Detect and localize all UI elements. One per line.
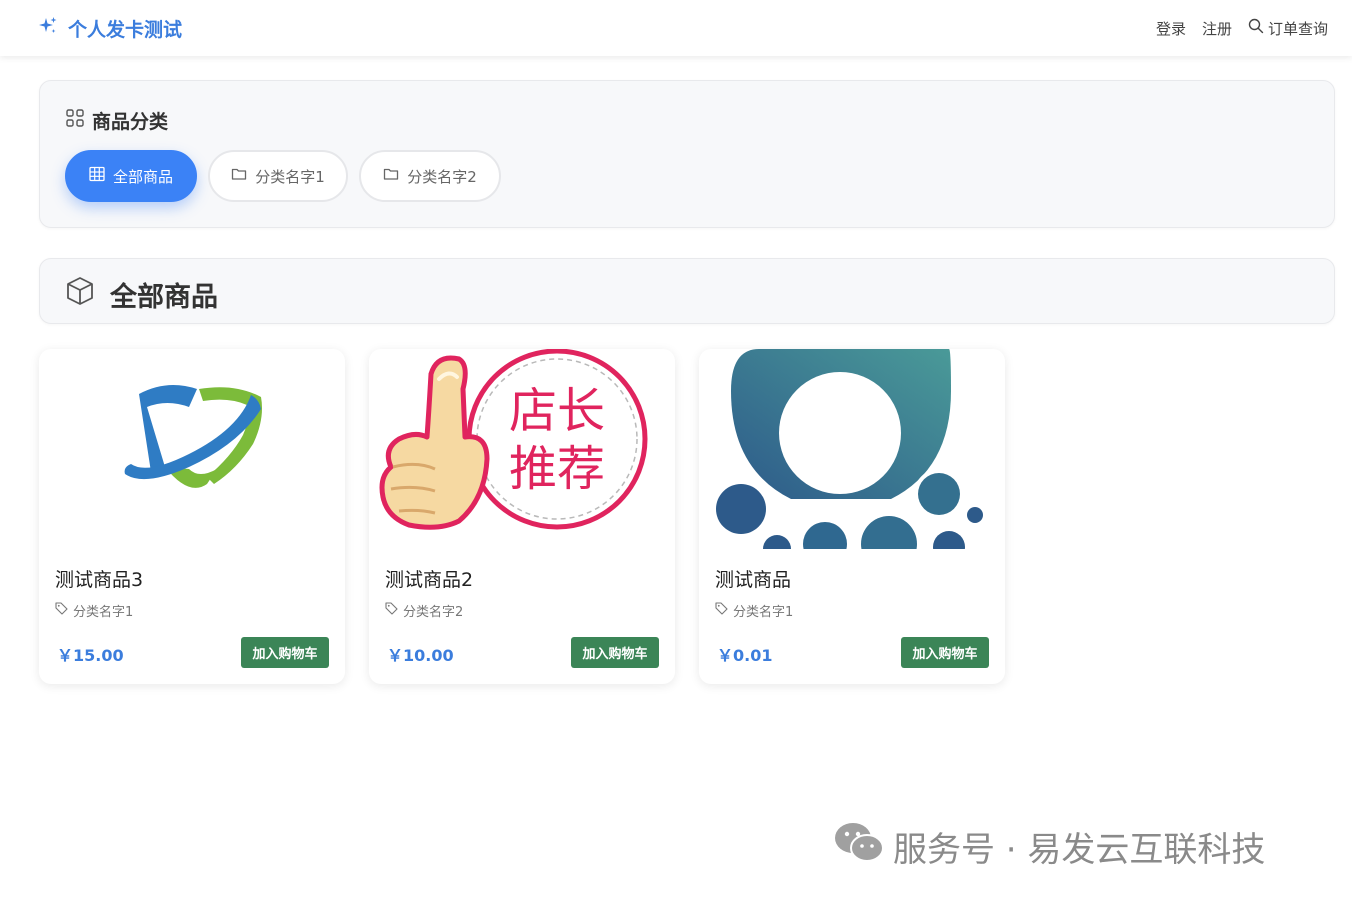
product-category: 分类名字1 bbox=[55, 601, 133, 620]
category-pills: 全部商品 分类名字1 分类名字2 bbox=[65, 150, 501, 202]
section-title: 全部商品 bbox=[64, 275, 218, 314]
badge-text-line-2: 推荐 bbox=[509, 443, 605, 496]
product-image-thumbs-up-badge[interactable]: 店长 推荐 bbox=[369, 349, 675, 549]
watermark: 服务号 · 易发云互联科技 bbox=[833, 820, 1265, 873]
brand-title: 个人发卡测试 bbox=[68, 18, 183, 41]
product-image-circles-logo[interactable] bbox=[699, 349, 1005, 549]
register-link[interactable]: 注册 bbox=[1202, 18, 1232, 39]
category-pill-label: 全部商品 bbox=[112, 167, 173, 186]
category-pill-1[interactable]: 分类名字1 bbox=[208, 150, 348, 202]
grid-icon bbox=[66, 109, 84, 132]
product-category-label: 分类名字1 bbox=[73, 605, 134, 620]
order-query-label: 订单查询 bbox=[1267, 19, 1328, 38]
tag-icon bbox=[715, 602, 728, 619]
nav-links: 登录 注册 订单查询 bbox=[1156, 18, 1328, 39]
box-icon bbox=[64, 275, 96, 314]
table-icon bbox=[89, 166, 105, 186]
product-name[interactable]: 测试商品 bbox=[715, 565, 791, 592]
category-pill-label: 分类名字2 bbox=[407, 167, 477, 186]
category-pill-2[interactable]: 分类名字2 bbox=[359, 150, 501, 202]
wechat-icon bbox=[833, 820, 885, 873]
watermark-text: 服务号 · 易发云互联科技 bbox=[893, 830, 1266, 870]
product-category-label: 分类名字2 bbox=[403, 605, 464, 620]
folder-icon bbox=[383, 166, 399, 186]
search-icon bbox=[1248, 18, 1264, 38]
add-to-cart-button[interactable]: 加入购物车 bbox=[901, 637, 989, 668]
product-name[interactable]: 测试商品2 bbox=[385, 565, 473, 592]
category-panel-title: 商品分类 bbox=[66, 107, 168, 134]
add-to-cart-button[interactable]: 加入购物车 bbox=[241, 637, 329, 668]
tag-icon bbox=[385, 602, 398, 619]
sparkle-icon bbox=[38, 16, 58, 41]
category-pill-label: 分类名字1 bbox=[255, 167, 325, 186]
product-price: ￥15.00 bbox=[57, 646, 124, 665]
product-card[interactable]: 测试商品 分类名字1 ￥0.01 加入购物车 bbox=[699, 349, 1005, 684]
product-name[interactable]: 测试商品3 bbox=[55, 565, 143, 592]
order-query-link[interactable]: 订单查询 bbox=[1248, 18, 1328, 39]
add-to-cart-button[interactable]: 加入购物车 bbox=[571, 637, 659, 668]
tag-icon bbox=[55, 602, 68, 619]
product-card[interactable]: 测试商品3 分类名字1 ￥15.00 加入购物车 bbox=[39, 349, 345, 684]
brand[interactable]: 个人发卡测试 bbox=[38, 15, 182, 42]
section-header: 全部商品 bbox=[39, 258, 1335, 324]
folder-icon bbox=[231, 166, 247, 186]
product-card[interactable]: 店长 推荐 测试商品2 分类名字2 ￥10.00 加入购物车 bbox=[369, 349, 675, 684]
top-navbar: 个人发卡测试 登录 注册 订单查询 bbox=[0, 0, 1352, 56]
category-pill-all[interactable]: 全部商品 bbox=[65, 150, 197, 202]
product-category: 分类名字1 bbox=[715, 601, 793, 620]
category-panel: 商品分类 全部商品 分类名字1 分类名字2 bbox=[39, 80, 1335, 228]
login-link[interactable]: 登录 bbox=[1156, 18, 1186, 39]
product-category-label: 分类名字1 bbox=[733, 605, 794, 620]
product-category: 分类名字2 bbox=[385, 601, 463, 620]
category-title-text: 商品分类 bbox=[92, 111, 169, 133]
product-price: ￥10.00 bbox=[387, 646, 454, 665]
product-price: ￥0.01 bbox=[717, 646, 773, 665]
section-title-text: 全部商品 bbox=[110, 282, 218, 313]
product-image-shield-logo[interactable] bbox=[39, 349, 345, 549]
badge-text-line-1: 店长 bbox=[509, 385, 605, 438]
